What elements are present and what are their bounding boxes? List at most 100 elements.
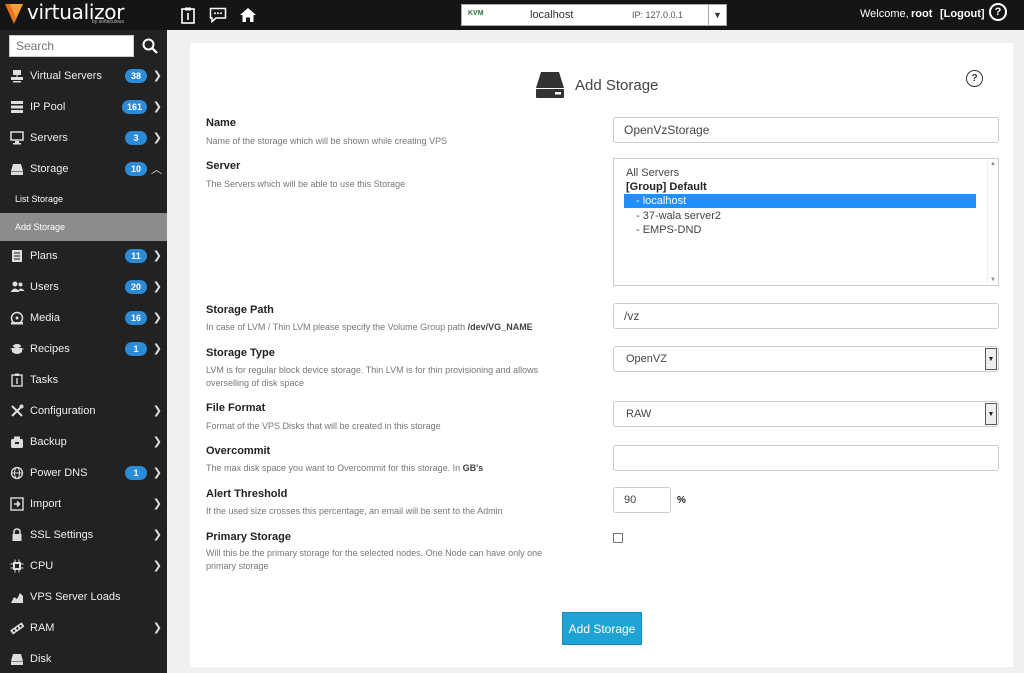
sidebar-item-power-dns[interactable]: Power DNS 1 ❯ (0, 457, 167, 488)
add-storage-button[interactable]: Add Storage (562, 612, 642, 645)
server-description: The Servers which will be able to use th… (206, 179, 406, 189)
sidebar-subitem-add-storage[interactable]: Add Storage (0, 213, 167, 241)
chevron-right-icon: ❯ (152, 467, 162, 479)
sidebar-item-import[interactable]: Import ❯ (0, 488, 167, 519)
listbox-scrollbar[interactable]: ▲ ▼ (987, 159, 998, 285)
chevron-right-icon: ❯ (152, 250, 162, 262)
logout-link[interactable]: [Logout] (940, 8, 985, 20)
file-format-select[interactable]: RAW ▼ (613, 401, 999, 427)
storage-name-input[interactable]: OpenVzStorage (613, 117, 999, 143)
sidebar-item-configuration[interactable]: Configuration ❯ (0, 395, 167, 426)
server-option-localhost[interactable]: - localhost (624, 194, 976, 208)
count-badge: 38 (125, 68, 147, 83)
cpu-icon (9, 558, 25, 574)
sidebar-item-tasks[interactable]: Tasks (0, 364, 167, 395)
sidebar-item-ssl-settings[interactable]: SSL Settings ❯ (0, 519, 167, 550)
scroll-down-icon[interactable]: ▼ (990, 277, 996, 283)
count-badge: 3 (125, 130, 147, 145)
sidebar-search (9, 35, 158, 57)
scroll-up-icon[interactable]: ▲ (990, 161, 996, 167)
sidebar: Virtual Servers 38 ❯ IP Pool 161 ❯ Serve… (0, 30, 167, 673)
storage-path-desc-text: In case of LVM / Thin LVM please specify… (206, 322, 466, 332)
sidebar-item-backup[interactable]: Backup ❯ (0, 426, 167, 457)
sidebar-item-ip-pool[interactable]: IP Pool 161 ❯ (0, 91, 167, 122)
storage-type-value: OpenVZ (626, 353, 667, 365)
chevron-right-icon: ❯ (152, 560, 162, 572)
chart-line-icon (9, 589, 25, 605)
home-icon[interactable] (238, 5, 258, 25)
server-selector[interactable]: KVM localhost IP: 127.0.0.1 ▼ (461, 4, 727, 26)
chevron-right-icon: ❯ (152, 622, 162, 634)
server-ip: IP: 127.0.0.1 (632, 10, 684, 20)
chevron-right-icon: ❯ (152, 132, 162, 144)
clipboard-icon[interactable] (178, 5, 198, 25)
logo-mark-icon (5, 4, 23, 24)
chevron-up-icon: ︿ (151, 163, 162, 176)
storage-type-description: LVM is for regular block device storage.… (206, 365, 539, 388)
sidebar-item-storage[interactable]: Storage 10 ︿ (0, 153, 167, 184)
chevron-right-icon: ❯ (152, 101, 162, 113)
sidebar-item-vps-server-loads[interactable]: VPS Server Loads (0, 581, 167, 612)
sidebar-item-label: Plans (30, 249, 58, 262)
server-option-all[interactable]: All Servers (624, 166, 976, 180)
storage-type-label: Storage Type (206, 347, 275, 359)
overcommit-input[interactable] (613, 445, 999, 471)
sidebar-item-plans[interactable]: Plans 11 ❯ (0, 240, 167, 271)
search-input[interactable] (9, 35, 134, 57)
count-badge: 16 (125, 310, 147, 325)
count-badge: 20 (125, 279, 147, 294)
sidebar-item-ram[interactable]: RAM ❯ (0, 612, 167, 643)
sidebar-item-virtual-servers[interactable]: Virtual Servers 38 ❯ (0, 60, 167, 91)
sidebar-item-label: Configuration (30, 404, 96, 417)
sidebar-item-servers[interactable]: Servers 3 ❯ (0, 122, 167, 153)
ip-pool-icon (9, 99, 25, 115)
chevron-right-icon: ❯ (152, 70, 162, 82)
servers-icon (9, 130, 25, 146)
volume-group-path: /dev/VG_NAME (467, 322, 533, 332)
sidebar-item-cpu[interactable]: CPU ❯ (0, 550, 167, 581)
chevron-right-icon: ❯ (152, 436, 162, 448)
storage-type-select[interactable]: OpenVZ ▼ (613, 346, 999, 372)
sidebar-item-disk[interactable]: Disk (0, 643, 167, 673)
storage-path-label: Storage Path (206, 304, 274, 316)
primary-storage-checkbox[interactable] (613, 533, 623, 543)
primary-storage-description: Will this be the primary storage for the… (206, 548, 543, 571)
server-multiselect[interactable]: All Servers [Group] Default - localhost … (613, 158, 999, 286)
chevron-right-icon: ❯ (152, 281, 162, 293)
count-badge: 161 (121, 99, 147, 114)
count-badge: 10 (125, 161, 147, 176)
lock-icon (9, 527, 25, 543)
sidebar-item-label: Virtual Servers (30, 69, 102, 82)
backup-icon (9, 434, 25, 450)
sidebar-item-label: Media (30, 311, 60, 324)
overcommit-desc-text: The max disk space you want to Overcommi… (206, 463, 461, 473)
server-option-emps-dnd[interactable]: - EMPS-DND (624, 223, 976, 237)
alert-threshold-input[interactable]: 90 (613, 487, 671, 513)
search-icon[interactable] (139, 35, 161, 57)
sidebar-item-users[interactable]: Users 20 ❯ (0, 271, 167, 302)
storage-path-input[interactable]: /vz (613, 303, 999, 329)
storage-icon (536, 72, 564, 98)
alert-threshold-label: Alert Threshold (206, 488, 288, 500)
server-option-37-wala[interactable]: - 37-wala server2 (624, 209, 976, 223)
chat-icon[interactable] (208, 5, 228, 25)
count-badge: 11 (125, 248, 147, 263)
server-option-group-default[interactable]: [Group] Default (624, 180, 976, 194)
help-icon[interactable]: ? (966, 70, 983, 87)
brand-subtitle: by softaculous (92, 19, 124, 25)
sidebar-item-label: IP Pool (30, 100, 66, 113)
caret-down-icon[interactable]: ▼ (985, 348, 997, 370)
sidebar-item-media[interactable]: Media 16 ❯ (0, 302, 167, 333)
count-badge: 1 (125, 341, 147, 356)
help-icon[interactable]: ? (989, 3, 1007, 21)
overcommit-unit: GB's (462, 463, 484, 473)
sidebar-item-recipes[interactable]: Recipes 1 ❯ (0, 333, 167, 364)
server-host: localhost (530, 9, 574, 21)
caret-down-icon[interactable]: ▼ (708, 5, 726, 25)
sidebar-subitem-list-storage[interactable]: List Storage (0, 185, 167, 213)
caret-down-icon[interactable]: ▼ (985, 403, 997, 425)
recipes-icon (9, 341, 25, 357)
file-format-value: RAW (626, 408, 652, 420)
file-format-label: File Format (206, 402, 266, 414)
disk-icon (9, 651, 25, 667)
